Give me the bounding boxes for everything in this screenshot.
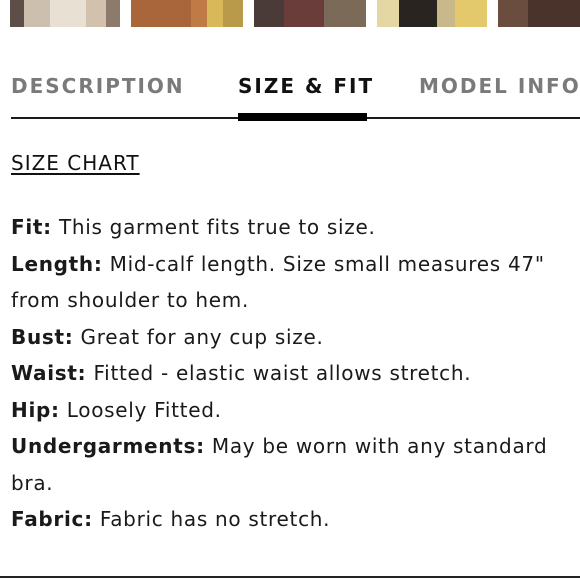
spec-waist: Waist: Fitted - elastic waist allows str… [11,355,576,392]
spec-hip: Hip: Loosely Fitted. [11,392,576,429]
spec-label: Bust: [11,324,74,349]
spec-text: Fabric has no stretch. [99,507,331,531]
section-divider [0,576,580,578]
spec-text: Loosely Fitted. [66,397,222,422]
spec-fit: Fit: This garment fits true to size. [11,209,576,246]
spec-undergarments: Undergarments: May be worn with any stan… [11,428,576,501]
product-tabs: DESCRIPTION SIZE & FIT MODEL INFO [0,60,580,121]
product-thumbnail-1[interactable] [10,0,120,27]
spec-label: Fabric: [11,507,93,531]
size-chart-link[interactable]: SIZE CHART [11,151,140,175]
spec-fabric: Fabric: Fabric has no stretch. [11,501,576,538]
spec-label: Waist: [11,361,87,385]
tab-description[interactable]: DESCRIPTION [11,74,185,98]
product-thumbnail-4[interactable] [377,0,487,27]
tab-model-info[interactable]: MODEL INFO [419,74,580,98]
thumbnail-strip [0,0,580,28]
active-tab-indicator [238,113,367,121]
spec-text: Fitted - elastic waist allows stretch. [93,361,472,385]
product-thumbnail-5[interactable] [498,0,580,27]
size-fit-details: Fit: This garment fits true to size. Len… [11,209,576,538]
spec-text: Great for any cup size. [80,324,324,349]
tab-size-fit[interactable]: SIZE & FIT [238,74,374,98]
product-thumbnail-2[interactable] [131,0,243,27]
spec-bust: Bust: Great for any cup size. [11,319,576,356]
spec-text: This garment fits true to size. [58,215,376,239]
spec-label: Undergarments: [11,434,205,458]
spec-label: Hip: [11,397,60,422]
spec-label: Fit: [11,215,52,239]
product-thumbnail-3[interactable] [254,0,366,27]
spec-length: Length: Mid-calf length. Size small meas… [11,246,576,319]
spec-label: Length: [11,251,103,276]
